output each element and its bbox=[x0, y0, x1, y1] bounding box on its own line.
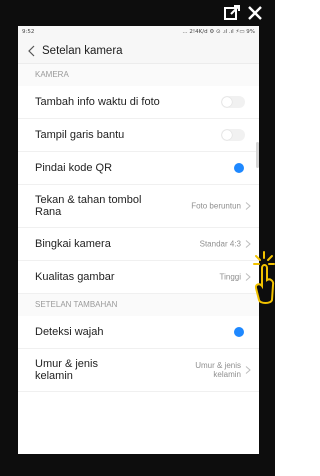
setting-value: Tinggi bbox=[219, 272, 242, 282]
setting-row-image-quality[interactable]: Kualitas gambar Tinggi bbox=[18, 261, 259, 294]
chevron-right-icon bbox=[245, 240, 251, 248]
setting-row-face-detection[interactable]: Deteksi wajah bbox=[18, 316, 259, 349]
app-header: Setelan kamera bbox=[18, 38, 259, 64]
setting-value: Standar 4:3 bbox=[199, 239, 241, 249]
toggle-knob bbox=[234, 163, 244, 173]
section-label-kamera: KAMERA bbox=[18, 64, 259, 86]
toggle-knob bbox=[234, 327, 244, 337]
section-label-additional: SETELAN TAMBAHAN bbox=[18, 294, 259, 316]
setting-label: Kualitas gambar bbox=[35, 271, 115, 283]
setting-row-age-gender[interactable]: Umur & jenis kelamin Umur & jenis kelami… bbox=[18, 349, 259, 392]
top-toolbar bbox=[0, 0, 275, 26]
time-info-toggle[interactable] bbox=[221, 96, 245, 108]
setting-row-camera-frame[interactable]: Bingkai kamera Standar 4:3 bbox=[18, 228, 259, 261]
chevron-right-icon bbox=[245, 366, 251, 374]
close-icon[interactable] bbox=[245, 3, 265, 23]
phone-bottom-bezel bbox=[18, 454, 259, 476]
tap-pointer-icon bbox=[253, 251, 275, 304]
setting-label: Tampil garis bantu bbox=[35, 129, 125, 141]
open-external-icon[interactable] bbox=[222, 3, 242, 23]
setting-value: Foto beruntun bbox=[191, 201, 241, 211]
chevron-right-icon bbox=[245, 273, 251, 281]
qr-scan-toggle[interactable] bbox=[221, 162, 245, 174]
setting-row-shutter-hold[interactable]: Tekan & tahan tombol Rana Foto beruntun bbox=[18, 185, 259, 228]
setting-value: Umur & jenis kelamin bbox=[195, 361, 241, 379]
toggle-knob bbox=[222, 97, 232, 107]
setting-row-grid-lines[interactable]: Tampil garis bantu bbox=[18, 119, 259, 152]
chevron-left-icon[interactable] bbox=[26, 45, 38, 57]
status-bar: 9:52 ... 2!4K/d ⚙ ⊙ .ıl .ıl ⚡▭ 9% bbox=[18, 26, 259, 38]
setting-label: Umur & jenis kelamin bbox=[35, 358, 98, 382]
status-indicators: ... 2!4K/d ⚙ ⊙ .ıl .ıl ⚡▭ 9% bbox=[182, 29, 255, 35]
setting-row-time-info[interactable]: Tambah info waktu di foto bbox=[18, 86, 259, 119]
setting-label: Pindai kode QR bbox=[35, 162, 113, 174]
status-time: 9:52 bbox=[22, 29, 35, 35]
page-title: Setelan kamera bbox=[42, 45, 123, 57]
grid-lines-toggle[interactable] bbox=[221, 129, 245, 141]
setting-label: Tekan & tahan tombol Rana bbox=[35, 194, 142, 218]
phone-screen: 9:52 ... 2!4K/d ⚙ ⊙ .ıl .ıl ⚡▭ 9% Setela… bbox=[18, 26, 259, 454]
scroll-indicator[interactable] bbox=[256, 142, 259, 168]
toggle-knob bbox=[222, 130, 232, 140]
setting-label: Bingkai kamera bbox=[35, 238, 111, 250]
setting-row-qr-scan[interactable]: Pindai kode QR bbox=[18, 152, 259, 185]
setting-label: Tambah info waktu di foto bbox=[35, 96, 160, 108]
setting-label: Deteksi wajah bbox=[35, 326, 104, 338]
face-detection-toggle[interactable] bbox=[221, 326, 245, 338]
chevron-right-icon bbox=[245, 202, 251, 210]
